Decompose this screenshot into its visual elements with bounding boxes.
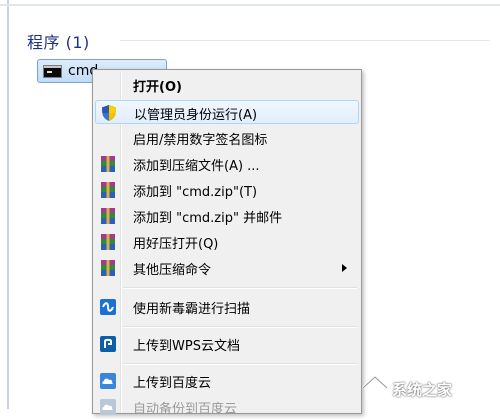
winrar-icon	[101, 208, 115, 224]
menu-item-run-as-admin[interactable]: 以管理员身份运行(A)	[95, 100, 359, 124]
menu-item-label: 上传到百度云	[133, 376, 212, 391]
cmd-console-icon	[43, 65, 62, 78]
context-menu: 打开(O) 以管理员身份运行(A) 启用/禁用数字签名图标 添加到压缩文件(A)…	[92, 69, 362, 417]
menu-separator	[123, 287, 357, 289]
winrar-icon	[101, 234, 115, 250]
baidu-cloud-icon	[100, 399, 116, 415]
duba-icon	[100, 299, 116, 315]
watermark: 系统之家	[356, 367, 496, 407]
start-menu-search-panel: 程序 (1) cmd 打开(O) 以管理员身份运行(A) 启用/禁用数字签名图标	[0, 0, 500, 417]
menu-item-add-to-cmd-zip[interactable]: 添加到 "cmd.zip"(T)	[95, 178, 359, 202]
menu-item-label: 其他压缩命令	[133, 263, 212, 278]
watermark-text: 系统之家	[392, 381, 453, 399]
winrar-icon	[101, 156, 115, 172]
menu-item-add-to-archive[interactable]: 添加到压缩文件(A) ...	[95, 152, 359, 176]
menu-item-scan-with-duba[interactable]: 使用新毒霸进行扫描	[95, 295, 359, 319]
panel-frame	[7, 0, 9, 409]
menu-item-label: 自动备份到百度云	[133, 402, 238, 417]
uac-shield-icon	[102, 105, 116, 121]
menu-item-label: 打开(O)	[133, 80, 182, 95]
menu-separator	[123, 363, 357, 365]
baidu-cloud-icon	[100, 373, 116, 389]
section-title: 程序 (1)	[27, 33, 90, 52]
winrar-icon	[101, 260, 115, 276]
menu-item-label: 添加到 "cmd.zip" 并邮件	[133, 211, 283, 226]
menu-item-label: 添加到压缩文件(A) ...	[133, 159, 260, 174]
menu-separator	[123, 326, 357, 328]
panel-frame-top	[0, 4, 500, 6]
menu-item-open[interactable]: 打开(O)	[95, 73, 359, 97]
menu-item-label: 上传到WPS云文档	[133, 339, 240, 354]
menu-item-auto-backup-baidu-cloud[interactable]: 自动备份到百度云	[95, 395, 359, 419]
submenu-arrow-icon	[342, 264, 347, 272]
menu-item-label: 添加到 "cmd.zip"(T)	[133, 185, 258, 200]
section-divider	[120, 40, 490, 41]
winrar-icon	[101, 182, 115, 198]
house-logo-icon	[361, 374, 389, 401]
menu-item-upload-wps-cloud[interactable]: 上传到WPS云文档	[95, 332, 359, 356]
menu-item-add-to-cmd-zip-and-email[interactable]: 添加到 "cmd.zip" 并邮件	[95, 204, 359, 228]
menu-item-upload-baidu-cloud[interactable]: 上传到百度云	[95, 369, 359, 393]
menu-item-open-with-haozip[interactable]: 用好压打开(Q)	[95, 230, 359, 254]
menu-item-label: 使用新毒霸进行扫描	[133, 302, 251, 317]
menu-item-toggle-signature-icon[interactable]: 启用/禁用数字签名图标	[95, 126, 359, 150]
menu-item-label: 启用/禁用数字签名图标	[133, 133, 268, 148]
menu-item-label: 以管理员身份运行(A)	[134, 108, 258, 123]
wps-cloud-icon	[100, 336, 116, 352]
menu-item-other-compress-commands[interactable]: 其他压缩命令	[95, 256, 359, 280]
menu-item-label: 用好压打开(Q)	[133, 237, 219, 252]
